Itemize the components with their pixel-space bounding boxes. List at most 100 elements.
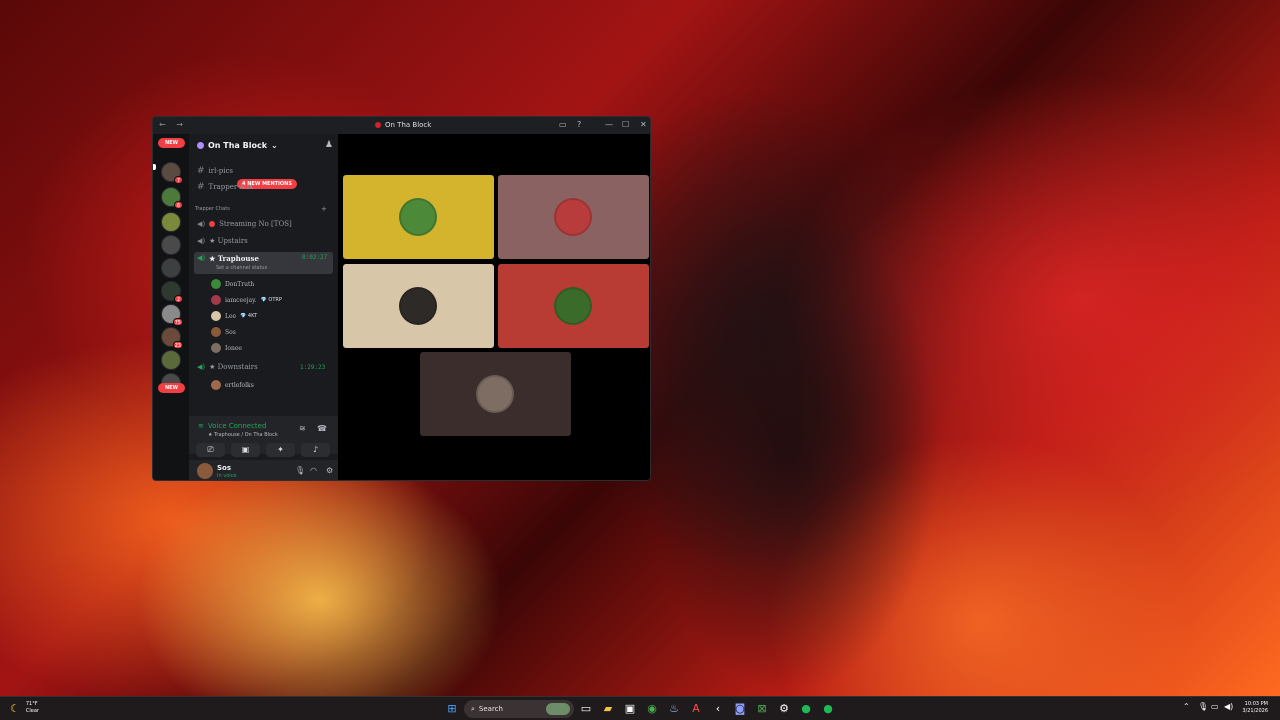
channel-sidebar: On Tha Block ⌄ ♟ # irl-pics 4 NEW MENTIO… — [189, 134, 338, 480]
capcut-icon[interactable]: ‹ — [710, 701, 726, 717]
adobe-icon[interactable]: A — [688, 701, 704, 717]
activities-button[interactable]: ✦ — [266, 443, 295, 457]
channel-traphouse[interactable]: ◀) ★ Traphouse 8:02:27 Set a channel sta… — [194, 252, 333, 274]
nav-arrows[interactable]: ← → — [159, 120, 187, 129]
clock[interactable]: 10:03 PM 3/21/2026 — [1238, 701, 1268, 715]
voice-connected-channel[interactable]: ★ Traphouse / On Tha Block — [208, 432, 278, 438]
microphone-icon[interactable]: 🎙 — [1198, 702, 1208, 711]
mention-badge: 2 — [174, 295, 183, 303]
task-view-icon[interactable]: ▭ — [578, 701, 594, 717]
category-trapper-chats[interactable]: Trapper Chats + — [195, 205, 335, 213]
participant-tile[interactable] — [498, 175, 649, 259]
discord-icon[interactable]: ◙ — [732, 701, 748, 717]
server-icon-small — [197, 141, 204, 149]
channel-trapper-aux[interactable]: # Trapper-Aux — [197, 182, 253, 192]
server-icon[interactable]: 23 — [161, 327, 183, 349]
network-icon[interactable]: ▭ — [1211, 702, 1219, 711]
search-highlight-image — [546, 703, 570, 715]
mention-badge: 23 — [172, 341, 183, 349]
server-icon[interactable] — [161, 258, 181, 278]
server-icon[interactable]: 7 — [161, 162, 183, 184]
spotify-icon[interactable]: ● — [798, 701, 814, 717]
channel-label: Trapper-Aux — [208, 183, 254, 191]
voice-user[interactable]: Lee 💎 4KT — [211, 311, 257, 321]
user-tag: 💎 OTRP — [260, 297, 282, 303]
speaker-icon: ◀) — [197, 220, 206, 228]
participant-tile[interactable] — [420, 352, 571, 436]
weather-condition: Clear — [25, 708, 39, 714]
server-icon[interactable]: 2 — [161, 281, 183, 303]
clock-time: 10:03 PM — [1244, 701, 1268, 707]
chevron-up-icon[interactable]: ⌃ — [1183, 702, 1190, 711]
server-icon[interactable]: 75 — [161, 304, 183, 326]
voice-user[interactable]: iamceejay. 💎 OTRP — [211, 295, 282, 305]
unread-pip — [153, 164, 156, 170]
channel-status[interactable]: Set a channel status — [216, 265, 267, 271]
mention-badge: 6 — [174, 201, 183, 209]
channel-streaming[interactable]: ◀) Streaming No [TOS] — [197, 220, 292, 228]
hash-icon: # — [197, 182, 205, 192]
add-channel-icon[interactable]: + — [321, 205, 327, 213]
server-dot-icon — [375, 122, 381, 128]
voice-connected-status[interactable]: ≋ Voice Connected — [198, 422, 266, 430]
inbox-icon[interactable]: ▭ — [559, 120, 567, 129]
close-button[interactable]: ✕ — [640, 120, 647, 129]
gear-icon[interactable]: ⚙ — [326, 466, 333, 475]
help-icon[interactable]: ? — [577, 120, 581, 129]
voice-user-name: Sos — [225, 328, 236, 336]
volume-icon[interactable]: ◀) — [1224, 702, 1233, 711]
voice-user-name: DonTruth — [225, 280, 255, 288]
participant-tile[interactable] — [343, 175, 494, 259]
server-icon[interactable] — [161, 235, 181, 255]
new-pill-top[interactable]: NEW — [158, 138, 185, 148]
server-icon[interactable] — [161, 212, 181, 232]
new-pill-bottom[interactable]: NEW — [158, 383, 185, 393]
weather-widget[interactable]: ☾ 71°F Clear — [10, 701, 39, 715]
search-box[interactable]: ⌕ Search — [464, 700, 574, 718]
live-dot-icon — [209, 221, 216, 227]
clock-date: 3/21/2026 — [1242, 708, 1268, 714]
settings-icon[interactable]: ⚙ — [776, 701, 792, 717]
voice-user[interactable]: Sos — [211, 327, 236, 337]
server-icon[interactable] — [161, 350, 181, 370]
spotify-alt-icon[interactable]: ● — [820, 701, 836, 717]
moon-icon: ☾ — [10, 701, 20, 715]
store-icon[interactable]: ▣ — [622, 701, 638, 717]
camera-button[interactable]: ⎚ — [196, 443, 225, 457]
participant-avatar — [399, 287, 437, 325]
soundboard-button[interactable]: ♪ — [301, 443, 330, 457]
channel-downstairs[interactable]: ◀) ★ Downstairs 1:29:23 — [197, 363, 338, 371]
start-icon[interactable]: ⊞ — [444, 701, 460, 717]
chrome-icon[interactable]: ◉ — [644, 701, 660, 717]
server-icon[interactable]: 6 — [161, 187, 183, 209]
category-label: Trapper Chats — [195, 206, 230, 212]
channel-timer: 8:02:27 — [302, 254, 328, 261]
microphone-icon[interactable]: 🎙 — [295, 466, 305, 475]
xbox-icon[interactable]: ⊠ — [754, 701, 770, 717]
participant-tile[interactable] — [343, 264, 494, 348]
voice-user[interactable]: DonTruth — [211, 279, 254, 289]
user-panel: Sos In voice 🎙 ◠ ⚙ — [189, 460, 338, 480]
avatar[interactable] — [197, 463, 213, 479]
user-name[interactable]: Sos — [217, 464, 231, 472]
title-bar: ← → On Tha Block ▭ ? — ☐ ✕ — [153, 117, 650, 134]
disconnect-icon[interactable]: ☎ — [317, 424, 327, 433]
server-header[interactable]: On Tha Block ⌄ ♟ — [189, 134, 338, 156]
channel-label: ★ Downstairs — [209, 363, 258, 371]
participant-tile[interactable] — [498, 264, 649, 348]
search-label: Search — [478, 705, 503, 713]
maximize-button[interactable]: ☐ — [622, 120, 629, 129]
voice-user[interactable]: Ionee — [211, 343, 242, 353]
headphones-icon[interactable]: ◠ — [310, 466, 317, 475]
mention-badge: 75 — [172, 318, 183, 326]
avatar — [211, 279, 221, 289]
steam-icon[interactable]: ♨ — [666, 701, 682, 717]
file-explorer-icon[interactable]: ▰ — [600, 701, 616, 717]
minimize-button[interactable]: — — [605, 120, 613, 129]
noise-suppression-icon[interactable]: ≋ — [299, 424, 306, 433]
invite-people-icon[interactable]: ♟ — [325, 140, 333, 150]
screen-share-button[interactable]: ▣ — [231, 443, 260, 457]
channel-upstairs[interactable]: ◀) ★ Upstairs — [197, 237, 248, 245]
channel-irl-pics[interactable]: # irl-pics — [197, 166, 233, 176]
voice-user[interactable]: ertlefolks — [211, 380, 254, 390]
